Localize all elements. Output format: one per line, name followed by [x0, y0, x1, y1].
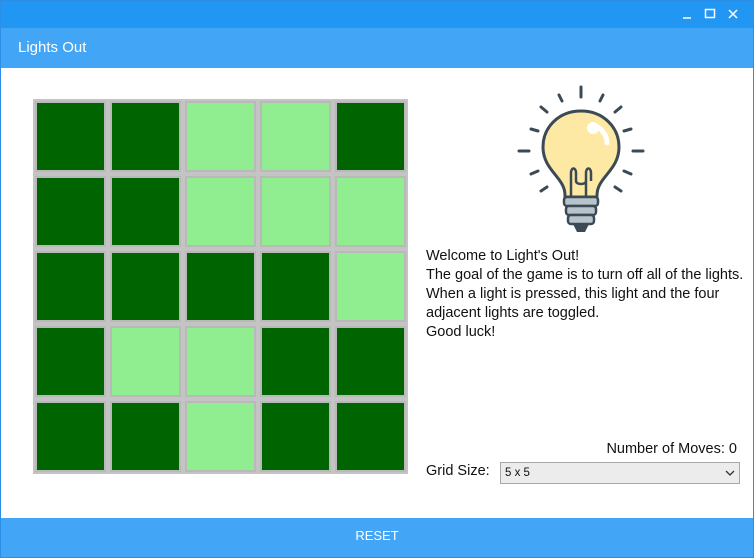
light-cell[interactable] — [110, 326, 181, 397]
close-icon[interactable] — [725, 6, 741, 22]
light-cell[interactable] — [110, 401, 181, 472]
light-cell[interactable] — [260, 176, 331, 247]
app-window: Lights Out Welcome to Light's Out! The g… — [0, 0, 754, 558]
maximize-icon[interactable] — [702, 6, 718, 22]
light-cell[interactable] — [260, 251, 331, 322]
grid-size-label: Grid Size: — [426, 463, 490, 479]
light-cell[interactable] — [260, 101, 331, 172]
light-cell[interactable] — [35, 251, 106, 322]
light-cell[interactable] — [260, 401, 331, 472]
app-title: Lights Out — [18, 39, 87, 56]
light-cell[interactable] — [35, 176, 106, 247]
light-cell[interactable] — [110, 101, 181, 172]
light-cell[interactable] — [335, 401, 406, 472]
welcome-line: Welcome to Light's Out! — [426, 248, 580, 264]
light-cell[interactable] — [35, 101, 106, 172]
chevron-down-icon — [725, 470, 735, 476]
title-bar — [1, 1, 753, 28]
light-cell[interactable] — [110, 176, 181, 247]
rules-line: When a light is pressed, this light and … — [426, 286, 720, 321]
grid-size-select[interactable]: 5 x 5 — [500, 462, 740, 484]
goal-line: The goal of the game is to turn off all … — [426, 267, 744, 283]
minimize-icon[interactable] — [679, 6, 695, 22]
light-cell[interactable] — [335, 101, 406, 172]
light-cell[interactable] — [110, 251, 181, 322]
light-cell[interactable] — [185, 101, 256, 172]
light-grid — [33, 99, 408, 474]
light-cell[interactable] — [35, 401, 106, 472]
light-cell[interactable] — [335, 326, 406, 397]
lightbulb-icon — [517, 85, 645, 232]
light-cell[interactable] — [335, 251, 406, 322]
light-cell[interactable] — [185, 401, 256, 472]
moves-counter: Number of Moves: 0 — [606, 441, 737, 457]
instructions: Welcome to Light's Out! The goal of the … — [426, 247, 746, 342]
light-cell[interactable] — [35, 326, 106, 397]
light-cell[interactable] — [260, 326, 331, 397]
app-bar: Lights Out — [1, 28, 753, 68]
grid-size-value: 5 x 5 — [505, 467, 530, 479]
reset-button[interactable]: RESET — [1, 518, 753, 557]
light-cell[interactable] — [185, 176, 256, 247]
light-cell[interactable] — [185, 326, 256, 397]
light-cell[interactable] — [185, 251, 256, 322]
light-cell[interactable] — [335, 176, 406, 247]
good-luck-line: Good luck! — [426, 324, 496, 340]
